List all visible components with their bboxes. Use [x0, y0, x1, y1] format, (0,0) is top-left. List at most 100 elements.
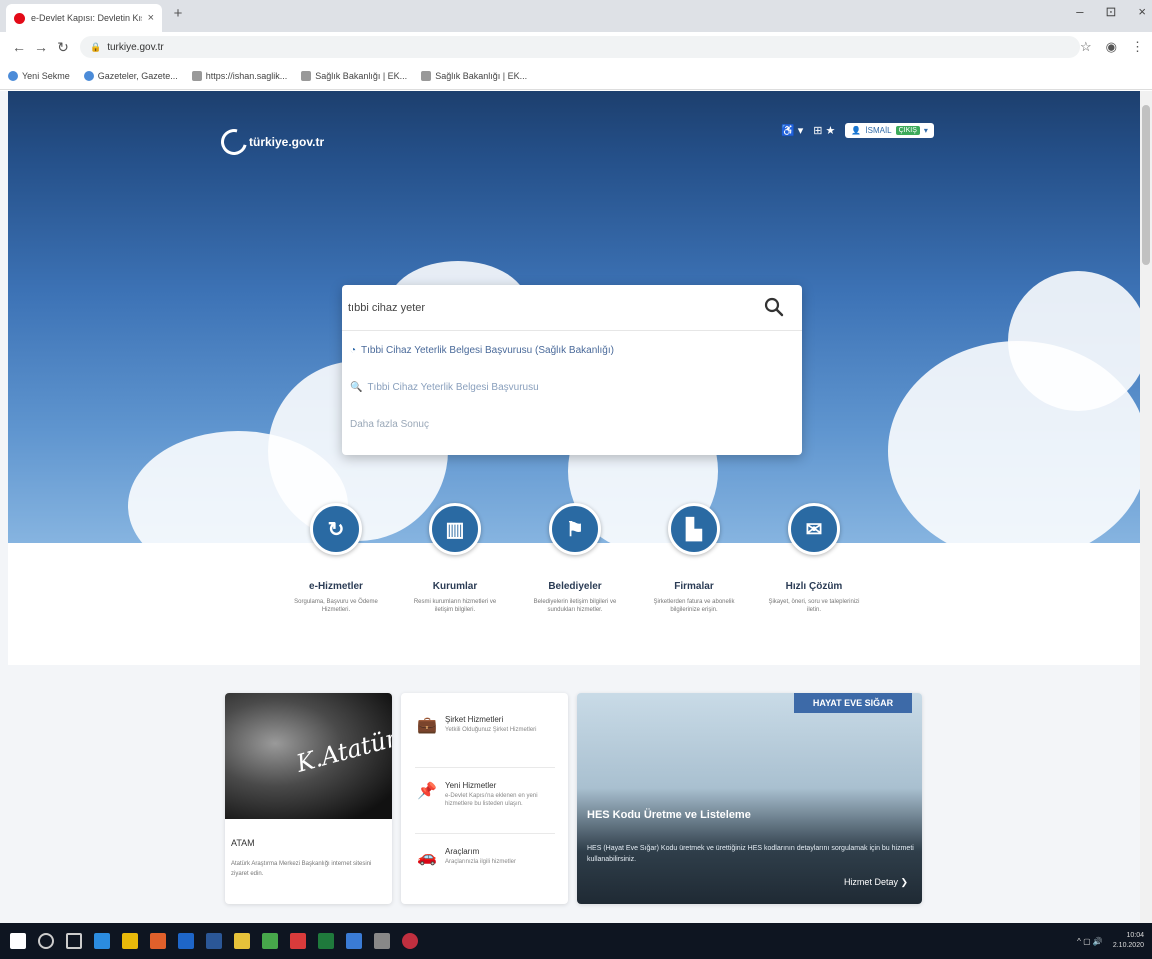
category-title: Kurumlar	[432, 581, 478, 592]
search-suggestion[interactable]: ◔ Tıbbi Cihaz Yeterlik Belgesi Başvurusu…	[350, 345, 614, 356]
user-icon: 👤	[851, 126, 862, 135]
user-name: İSMAİL	[865, 126, 892, 135]
search-suggestion[interactable]: 🔍 Tıbbi Cihaz Yeterlik Belgesi Başvurusu	[350, 382, 539, 393]
bookmark-item[interactable]: Yeni Sekme	[8, 70, 70, 81]
category-title: Firmalar	[674, 581, 714, 592]
windows-taskbar: ^ ▢ 🔊 10:04 2.10.2020	[0, 923, 1152, 959]
system-tray: ^ ▢ 🔊 10:04 2.10.2020	[1077, 931, 1144, 951]
page-icon	[301, 70, 312, 81]
category-belediyeler[interactable]: ⚑ Belediyeler Belediyelerin iletişim bil…	[520, 503, 630, 614]
service-item-yeni[interactable]: 📌 Yeni Hizmetler e-Devlet Kapısı'na ekle…	[417, 781, 557, 808]
minimize-button[interactable]: –	[1076, 4, 1083, 20]
tab-close-button[interactable]: ×	[148, 12, 154, 24]
scroll-thumb[interactable]	[1142, 105, 1150, 265]
category-desc: Şikayet, öneri, soru ve taleplerinizi il…	[768, 599, 860, 613]
logout-badge[interactable]: ÇIKIŞ	[895, 126, 920, 135]
page-icon	[191, 70, 202, 81]
maximize-button[interactable]: ⊡	[1106, 4, 1117, 20]
briefcase-icon: 💼	[417, 717, 437, 734]
atam-card[interactable]: K.Atatürk ATAM Atatürk Araştırma Merkezi…	[225, 693, 392, 904]
accessibility-menu[interactable]: ♿ ▾	[781, 124, 803, 137]
search-icon[interactable]	[764, 297, 784, 317]
category-desc: Belediyelerin iletişim bilgileri ve sund…	[533, 599, 617, 613]
tray-icons[interactable]: ^ ▢ 🔊	[1077, 937, 1103, 946]
more-results-link[interactable]: Daha fazla Sonuç	[350, 419, 429, 430]
hes-detail-link[interactable]: Hizmet Detay ❯	[844, 877, 908, 888]
clock[interactable]: 10:04 2.10.2020	[1113, 931, 1144, 951]
service-item-araclarim[interactable]: 🚗 Araçlarım Araçlarınızla ilgili hizmetl…	[417, 847, 557, 867]
factory-icon: ▙	[668, 503, 720, 555]
globe-icon	[8, 70, 18, 81]
app-icon[interactable]	[262, 933, 278, 949]
car-icon: 🚗	[417, 849, 437, 866]
close-window-button[interactable]: ×	[1138, 4, 1146, 20]
outlook-icon[interactable]	[178, 933, 194, 949]
favicon-icon	[14, 12, 25, 24]
search-icon[interactable]	[38, 933, 54, 949]
address-bar[interactable]: 🔒 turkiye.gov.tr	[80, 36, 1080, 58]
site-logo[interactable]: türkiye.gov.tr	[216, 124, 324, 160]
building-icon: ▥	[429, 503, 481, 555]
category-kurumlar[interactable]: ▥ Kurumlar Resmi kurumların hizmetleri v…	[400, 503, 510, 614]
cloud-decoration	[1008, 271, 1148, 411]
search-input[interactable]	[348, 295, 748, 321]
page-icon	[421, 70, 432, 81]
user-menu-button[interactable]: 👤 İSMAİL ÇIKIŞ ▾	[845, 123, 934, 138]
language-menu[interactable]: ⊞ ★	[813, 124, 835, 137]
file-explorer-icon[interactable]	[234, 933, 250, 949]
page-scrollbar[interactable]	[1140, 91, 1152, 923]
app-icon[interactable]	[346, 933, 362, 949]
chrome-icon[interactable]	[122, 933, 138, 949]
search-input-row	[342, 285, 802, 331]
category-title: Hızlı Çözüm	[785, 581, 843, 592]
services-card: 💼 Şirket Hizmetleri Yetkili Olduğunuz Şi…	[401, 693, 568, 904]
browser-toolbar: ← → ↻ 🔒 turkiye.gov.tr ☆ ◉ ⋮	[0, 32, 1152, 62]
divider	[415, 833, 555, 834]
menu-kebab-icon[interactable]: ⋮	[1131, 39, 1144, 55]
ataturk-signature: K.Atatürk	[293, 720, 392, 778]
back-button[interactable]: ←	[8, 39, 30, 55]
hes-title: HES Kodu Üretme ve Listeleme	[587, 809, 751, 821]
bookmark-item[interactable]: Sağlık Bakanlığı | EK...	[421, 70, 527, 81]
category-desc: Resmi kurumların hizmetleri ve iletişim …	[413, 599, 497, 613]
app-icon[interactable]	[374, 933, 390, 949]
profile-icon[interactable]: ◉	[1106, 39, 1117, 55]
reload-button[interactable]: ↻	[52, 39, 74, 56]
excel-icon[interactable]	[318, 933, 334, 949]
word-icon[interactable]	[206, 933, 222, 949]
task-view-icon[interactable]	[66, 933, 82, 949]
edge-icon[interactable]	[94, 933, 110, 949]
windows-start-icon[interactable]	[10, 933, 26, 949]
category-title: Belediyeler	[548, 581, 602, 592]
browser-tabstrip: e-Devlet Kapısı: Devletin Kısayol... × +…	[0, 0, 1152, 32]
hes-desc: HES (Hayat Eve Sığar) Kodu üretmek ve ür…	[587, 845, 914, 863]
browser-tab-active[interactable]: e-Devlet Kapısı: Devletin Kısayol... ×	[6, 4, 162, 32]
signpost-icon: ⚑	[549, 503, 601, 555]
firefox-icon[interactable]	[150, 933, 166, 949]
pin-icon: 📌	[417, 783, 437, 800]
app-icon[interactable]	[290, 933, 306, 949]
header-actions: ♿ ▾ ⊞ ★ 👤 İSMAİL ÇIKIŞ ▾	[781, 123, 934, 138]
edevlet-logo-icon	[216, 124, 252, 160]
bookmark-item[interactable]: Gazeteler, Gazete...	[83, 70, 178, 81]
toolbar-actions: ☆ ◉ ⋮	[1080, 39, 1144, 55]
ataturk-photo: K.Atatürk	[225, 693, 392, 819]
category-e-hizmetler[interactable]: ↻ e-Hizmetler Sorgulama, Başvuru ve Ödem…	[281, 503, 391, 614]
hes-card[interactable]: HAYAT EVE SIĞAR HES Kodu Üretme ve Liste…	[577, 693, 922, 904]
bookmark-star-icon[interactable]: ☆	[1080, 39, 1092, 55]
atam-title: ATAM	[231, 838, 255, 848]
bookmark-item[interactable]: https://ishan.saglik...	[191, 70, 287, 81]
chat-icon: ✉	[788, 503, 840, 555]
category-firmalar[interactable]: ▙ Firmalar Şirketlerden fatura ve abonel…	[639, 503, 749, 614]
globe-icon	[83, 70, 94, 81]
new-tab-button[interactable]: +	[168, 5, 188, 22]
search-icon: 🔍	[350, 382, 363, 393]
service-item-sirket[interactable]: 💼 Şirket Hizmetleri Yetkili Olduğunuz Şi…	[417, 715, 557, 735]
search-panel: ◔ Tıbbi Cihaz Yeterlik Belgesi Başvurusu…	[342, 285, 802, 455]
bookmark-item[interactable]: Sağlık Bakanlığı | EK...	[301, 70, 407, 81]
app-icon[interactable]	[402, 933, 418, 949]
tab-title: e-Devlet Kapısı: Devletin Kısayol...	[31, 13, 142, 23]
window-controls: – ⊡ ×	[1076, 4, 1146, 20]
category-hizli-cozum[interactable]: ✉ Hızlı Çözüm Şikayet, öneri, soru ve ta…	[759, 503, 869, 614]
forward-button[interactable]: →	[30, 39, 52, 55]
